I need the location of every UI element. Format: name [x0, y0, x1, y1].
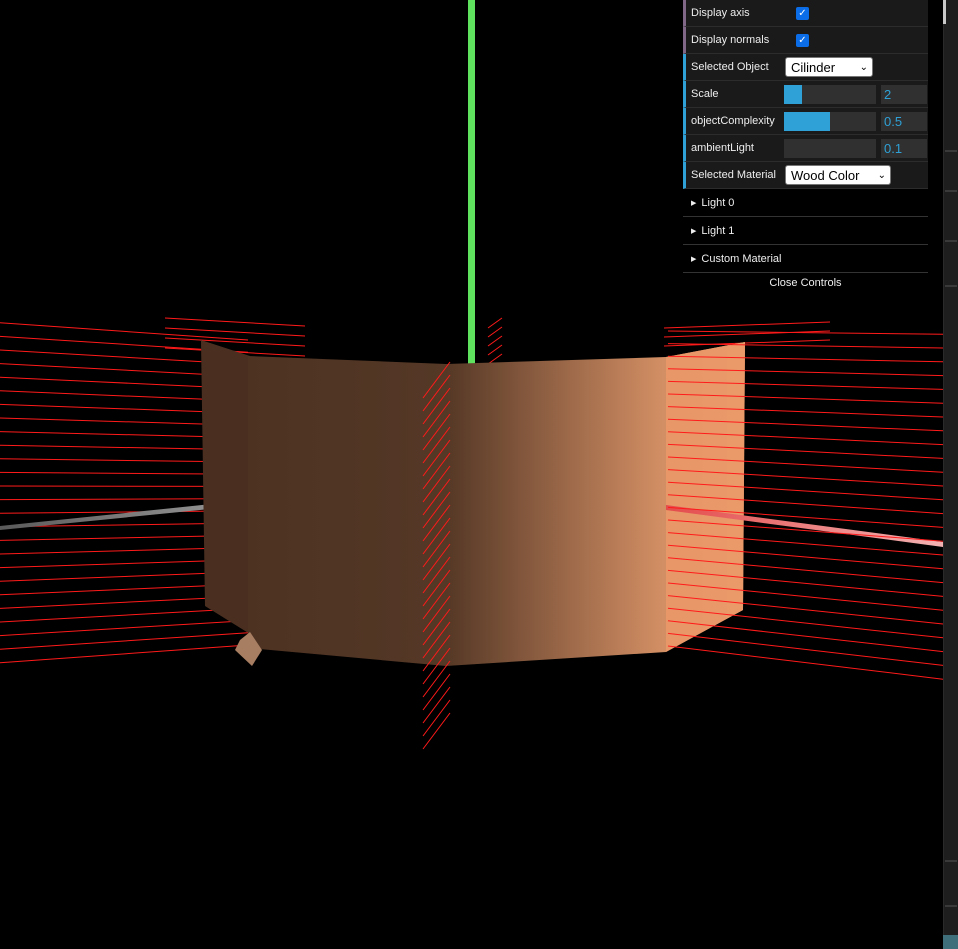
- selected-material-row: Selected Material Wood Color ⌄: [683, 162, 928, 189]
- browser-side-strip: [943, 0, 958, 949]
- checkmark-icon: ✓: [798, 7, 807, 19]
- normal-line: [164, 327, 306, 337]
- folder-light-0-label: Light 0: [701, 196, 735, 209]
- display-normals-checkbox[interactable]: ✓: [796, 33, 809, 47]
- scale-input[interactable]: 2: [881, 84, 927, 104]
- folder-custom-material-label: Custom Material: [701, 252, 782, 265]
- display-normals-label: Display normals: [691, 34, 770, 46]
- normal-line: [667, 343, 943, 349]
- triangle-right-icon: ▶: [691, 199, 697, 207]
- controls-panel: Display axis ✓ Display normals ✓ Selecte…: [683, 0, 928, 293]
- selected-object-row: Selected Object Cilinder ⌄: [683, 54, 928, 81]
- normal-line: [0, 620, 249, 637]
- display-axis-checkbox[interactable]: ✓: [796, 6, 809, 20]
- normal-line: [667, 645, 943, 680]
- object-complexity-slider-fill: [784, 111, 830, 131]
- scale-slider-fill: [784, 84, 803, 104]
- checkmark-icon: ✓: [798, 34, 807, 46]
- scale-label: Scale: [691, 88, 719, 100]
- display-axis-label: Display axis: [691, 7, 750, 19]
- selected-material-value: Wood Color: [791, 167, 860, 183]
- selected-object-select[interactable]: Cilinder ⌄: [785, 57, 873, 77]
- normal-line: [0, 607, 249, 623]
- cylinder-left-cap: [201, 340, 250, 634]
- chevron-down-icon: ⌄: [859, 61, 868, 73]
- normal-line: [0, 322, 249, 341]
- triangle-right-icon: ▶: [691, 255, 697, 263]
- folder-light-1[interactable]: ▶ Light 1: [683, 217, 928, 245]
- object-complexity-label: objectComplexity: [691, 115, 775, 127]
- folder-custom-material[interactable]: ▶ Custom Material: [683, 245, 928, 273]
- ambient-light-slider[interactable]: [784, 138, 876, 158]
- object-complexity-slider[interactable]: [784, 111, 876, 131]
- normal-line: [487, 335, 503, 347]
- display-normals-row[interactable]: Display normals ✓: [683, 27, 928, 54]
- object-complexity-input[interactable]: 0.5: [881, 111, 927, 131]
- edge-marker-top: [943, 0, 946, 24]
- normal-line: [667, 632, 943, 666]
- close-controls-button[interactable]: Close Controls: [683, 273, 928, 293]
- object-complexity-row: objectComplexity 0.5: [683, 108, 928, 135]
- folder-light-0[interactable]: ▶ Light 0: [683, 189, 928, 217]
- y-axis-line: [468, 0, 475, 365]
- display-axis-row[interactable]: Display axis ✓: [683, 0, 928, 27]
- selected-material-label: Selected Material: [691, 169, 776, 181]
- scale-slider[interactable]: [784, 84, 876, 104]
- normal-line: [164, 317, 306, 327]
- folder-light-1-label: Light 1: [701, 224, 735, 237]
- edge-marker-bottom: [943, 935, 958, 949]
- ambient-light-input[interactable]: 0.1: [881, 138, 927, 158]
- normal-line: [487, 326, 503, 338]
- normal-line: [0, 632, 249, 650]
- normal-line: [667, 620, 943, 653]
- selected-object-label: Selected Object: [691, 61, 769, 73]
- chevron-down-icon: ⌄: [877, 169, 886, 181]
- triangle-right-icon: ▶: [691, 227, 697, 235]
- normal-line: [0, 644, 249, 664]
- ambient-light-label: ambientLight: [691, 142, 754, 154]
- ambient-light-row: ambientLight 0.1: [683, 135, 928, 162]
- normal-line: [487, 344, 503, 356]
- selected-material-select[interactable]: Wood Color ⌄: [785, 165, 891, 185]
- scale-row: Scale 2: [683, 81, 928, 108]
- normal-line: [487, 317, 503, 329]
- normal-line: [663, 321, 831, 329]
- selected-object-value: Cilinder: [791, 59, 836, 75]
